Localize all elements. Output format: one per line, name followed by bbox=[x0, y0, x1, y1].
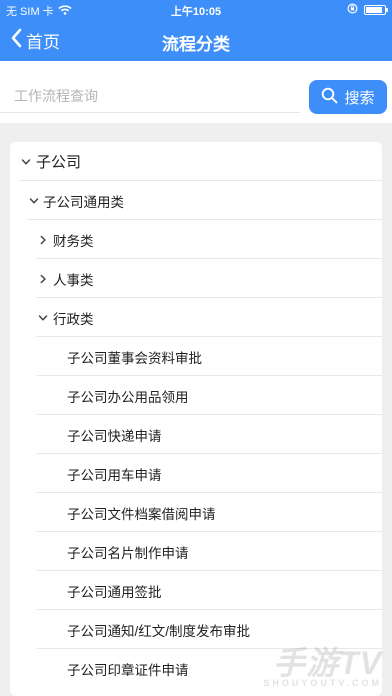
navigation-bar: 首页 流程分类 bbox=[0, 20, 392, 61]
tree-leaf-item[interactable]: 子公司通用签批 bbox=[10, 571, 382, 610]
page-title: 流程分类 bbox=[162, 35, 230, 54]
tree-item-label: 子公司董事会资料审批 bbox=[67, 350, 202, 366]
battery-fill bbox=[366, 7, 382, 13]
battery-icon bbox=[364, 5, 388, 15]
category-tree: 子公司 子公司通用类 财务类 人事类 行政类 子公司董事会资料审批 子公司办公用品领用 子公司… bbox=[10, 142, 382, 696]
watermark-text: 手游TV bbox=[273, 645, 382, 681]
tree-item-label: 子公司文件档案借阅申请 bbox=[67, 506, 216, 522]
chevron-down-icon bbox=[36, 311, 50, 325]
tree-item-label: 子公司通知/红文/制度发布审批 bbox=[67, 623, 251, 639]
search-button-label: 搜索 bbox=[344, 89, 375, 107]
rotation-lock-icon bbox=[347, 3, 358, 17]
tree-group-item[interactable]: 子公司 bbox=[10, 142, 382, 181]
search-bar: 搜索 bbox=[0, 61, 392, 123]
status-bar: 无 SIM 卡 上午10:05 bbox=[0, 0, 392, 20]
tree-item-label: 行政类 bbox=[53, 311, 94, 327]
tree-item-label: 子公司印章证件申请 bbox=[67, 662, 189, 678]
watermark-logo: 手游TV SHOUYOUTV.COM bbox=[263, 647, 382, 688]
tree-leaf-item[interactable]: 子公司办公用品领用 bbox=[10, 376, 382, 415]
tree-item-label: 子公司用车申请 bbox=[67, 467, 162, 483]
search-icon bbox=[321, 87, 338, 108]
tree-leaf-item[interactable]: 子公司董事会资料审批 bbox=[10, 337, 382, 376]
tree-group-item[interactable]: 人事类 bbox=[10, 259, 382, 298]
tree-item-label: 子公司 bbox=[36, 154, 82, 171]
tree-item-label: 子公司名片制作申请 bbox=[67, 545, 189, 561]
tree-item-label: 子公司快递申请 bbox=[67, 428, 162, 444]
tree-group-item[interactable]: 行政类 bbox=[10, 298, 382, 337]
chevron-right-icon bbox=[36, 272, 50, 286]
tree-group-item[interactable]: 财务类 bbox=[10, 220, 382, 259]
tree-item-label: 子公司通用类 bbox=[43, 194, 124, 210]
tree-leaf-item[interactable]: 子公司用车申请 bbox=[10, 454, 382, 493]
tree-group-item[interactable]: 子公司通用类 bbox=[10, 181, 382, 220]
watermark-subtext: SHOUYOUTV.COM bbox=[263, 678, 382, 688]
tree-item-label: 子公司办公用品领用 bbox=[67, 389, 189, 405]
chevron-down-icon bbox=[19, 155, 33, 169]
tree-leaf-item[interactable]: 子公司名片制作申请 bbox=[10, 532, 382, 571]
chevron-right-icon bbox=[36, 233, 50, 247]
chevron-down-icon bbox=[27, 194, 41, 208]
status-time: 上午10:05 bbox=[170, 6, 222, 18]
tree-leaf-item[interactable]: 子公司快递申请 bbox=[10, 415, 382, 454]
status-right-group bbox=[347, 3, 388, 17]
tree-item-label: 子公司通用签批 bbox=[67, 584, 162, 600]
search-input[interactable] bbox=[0, 79, 300, 113]
tree-item-label: 财务类 bbox=[53, 233, 94, 249]
tree-leaf-item[interactable]: 子公司通知/红文/制度发布审批 bbox=[10, 610, 382, 649]
tree-item-label: 人事类 bbox=[53, 272, 94, 288]
tree-leaf-item[interactable]: 子公司文件档案借阅申请 bbox=[10, 493, 382, 532]
search-button[interactable]: 搜索 bbox=[309, 80, 387, 114]
